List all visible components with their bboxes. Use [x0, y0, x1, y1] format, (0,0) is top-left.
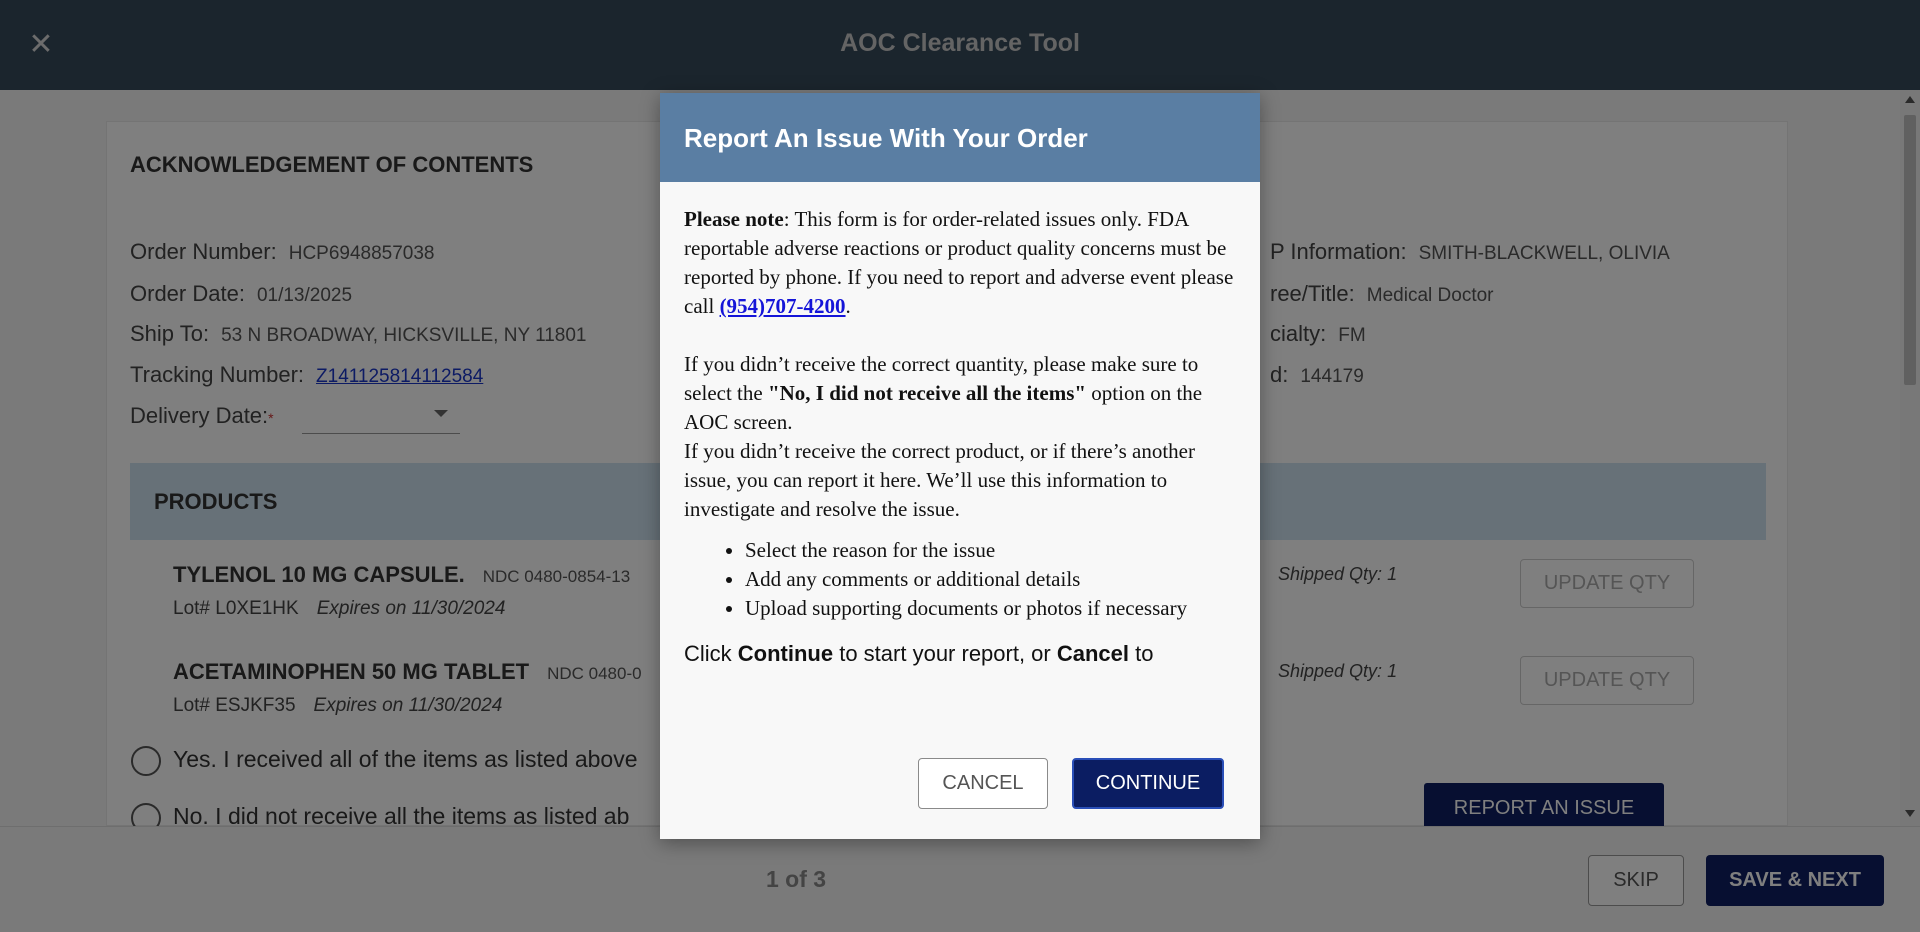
click-cancel-bold: Cancel — [1056, 641, 1130, 666]
modal-title: Report An Issue With Your Order — [684, 123, 1088, 153]
please-note-paragraph: Please note: This form is for order-rela… — [684, 205, 1240, 321]
cancel-button[interactable]: CANCEL — [918, 758, 1048, 809]
note-end: . — [845, 294, 851, 318]
instruction-list: Select the reason for the issue Add any … — [745, 536, 1240, 623]
click-text-c: to — [1129, 641, 1154, 666]
quantity-text-bold: "No, I did not receive all the items" — [767, 381, 1087, 405]
report-issue-modal: Report An Issue With Your Order Please n… — [660, 93, 1260, 839]
click-text-b: to start your report, or — [833, 641, 1057, 666]
list-item: Add any comments or additional details — [745, 565, 1240, 594]
modal-body: Please note: This form is for order-rela… — [684, 205, 1240, 735]
click-text-a: Click — [684, 641, 738, 666]
list-item: Select the reason for the issue — [745, 536, 1240, 565]
phone-link[interactable]: (954)707-4200 — [720, 294, 846, 318]
continue-button[interactable]: CONTINUE — [1072, 758, 1224, 809]
product-paragraph: If you didn’t receive the correct produc… — [684, 439, 1195, 521]
click-instruction: Click Continue to start your report, or … — [684, 639, 1240, 668]
modal-header: Report An Issue With Your Order — [660, 93, 1260, 182]
list-item: Upload supporting documents or photos if… — [745, 594, 1240, 623]
note-bold: Please note — [684, 207, 784, 231]
quantity-paragraph: If you didn’t receive the correct quanti… — [684, 350, 1240, 437]
click-continue-bold: Continue — [737, 641, 834, 666]
